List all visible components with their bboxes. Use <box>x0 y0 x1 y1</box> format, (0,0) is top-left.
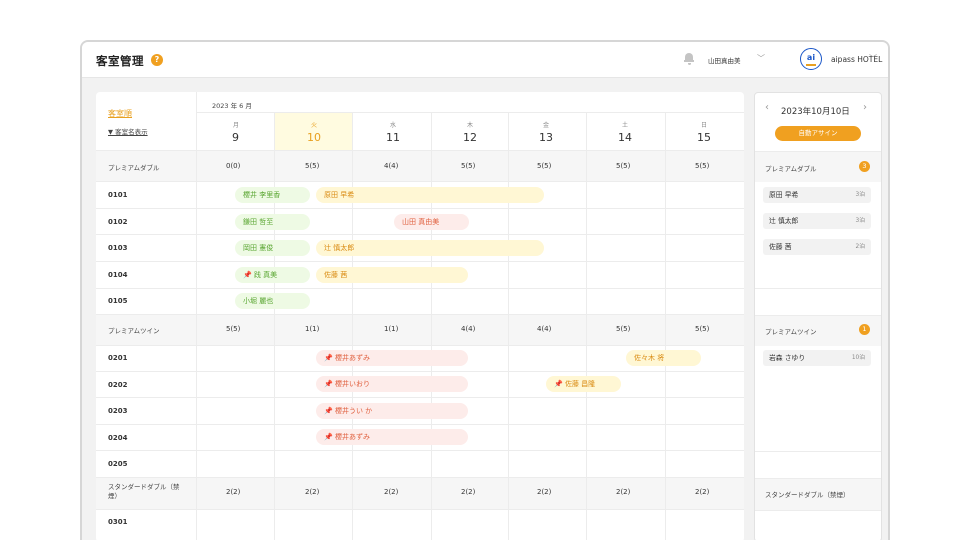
weekday-label: 火 <box>311 122 318 129</box>
chevron-down-icon[interactable]: ﹀ <box>757 53 765 64</box>
vacancy-count: 5(5) <box>695 325 710 333</box>
vacancy-count: 1(1) <box>305 325 320 333</box>
vacancy-count: 2(2) <box>226 488 241 496</box>
date-label: 15 <box>697 131 711 144</box>
next-date-icon[interactable]: › <box>863 102 867 113</box>
reservation-bar[interactable]: 小堀 麗也 <box>235 293 310 309</box>
assign-group-name: スタンダードダブル（禁煙） <box>765 491 850 499</box>
room-type-name: プレミアムツイン <box>108 327 160 335</box>
room-number: 0102 <box>108 218 128 226</box>
prev-date-icon[interactable]: ‹ <box>765 102 769 113</box>
room-calendar: 客室順 ▼ 客室名表示 2023 年 6 月 月 9 火 10 水 11 木 1… <box>96 92 744 540</box>
room-number: 0103 <box>108 244 128 252</box>
logo-text: ai <box>806 53 816 62</box>
date-label: 13 <box>539 131 553 144</box>
unassigned-guest-card[interactable]: 岩森 さゆり 10泊 <box>763 350 871 366</box>
vacancy-count: 4(4) <box>384 162 399 170</box>
room-number: 0101 <box>108 191 128 199</box>
room-order-sort[interactable]: 客室順 <box>108 108 132 119</box>
room-type-row <box>96 150 744 181</box>
reservation-bar[interactable]: 鎌田 哲至 <box>235 214 310 230</box>
room-number: 0104 <box>108 271 128 279</box>
vacancy-count: 5(5) <box>226 325 241 333</box>
reservation-bar[interactable]: 佐藤 茜 <box>316 267 468 283</box>
assign-group-name: プレミアムダブル <box>765 165 817 173</box>
unassigned-guest-card[interactable]: 佐藤 茜 2泊 <box>763 239 871 255</box>
vacancy-count: 4(4) <box>461 325 476 333</box>
reservation-bar[interactable]: 山田 真由美 <box>394 214 469 230</box>
app-window: 客室管理 ? 山田真由美 ﹀ ai aipass HOTEL ﹀ 客室順 ▼ 客… <box>80 40 890 540</box>
reservation-bar[interactable]: 📌 佐藤 昌隆 <box>546 376 621 392</box>
vacancy-count: 4(4) <box>537 325 552 333</box>
reservation-bar[interactable]: 佐々木 将 <box>626 350 701 366</box>
vacancy-count: 5(5) <box>616 325 631 333</box>
reservation-bar[interactable]: 📌 櫻井いおり <box>316 376 468 392</box>
page-title: 客室管理 <box>96 54 144 68</box>
room-type-row <box>96 477 744 509</box>
assign-group-count: 1 <box>859 324 870 335</box>
date-label: 9 <box>232 131 239 144</box>
date-label: 10 <box>307 131 321 144</box>
bell-icon[interactable] <box>684 53 694 65</box>
help-icon[interactable]: ? <box>151 54 163 66</box>
room-number: 0203 <box>108 407 128 415</box>
vacancy-count: 2(2) <box>695 488 710 496</box>
user-menu[interactable]: 山田真由美 <box>708 55 741 65</box>
vacancy-count: 0(0) <box>226 162 241 170</box>
unassigned-guest-card[interactable]: 原田 早希 3泊 <box>763 187 871 203</box>
weekday-label: 木 <box>467 122 474 129</box>
room-type-name: プレミアムダブル <box>108 164 160 172</box>
hotel-logo: ai <box>800 48 822 70</box>
reservation-bar[interactable]: 辻 慎太郎 <box>316 240 544 256</box>
date-label: 11 <box>386 131 400 144</box>
vacancy-count: 2(2) <box>616 488 631 496</box>
room-name-toggle[interactable]: ▼ 客室名表示 <box>108 126 148 136</box>
vacancy-count: 2(2) <box>537 488 552 496</box>
room-type-name: スタンダードダブル（禁煙） <box>108 483 180 500</box>
weekday-label: 水 <box>390 122 397 129</box>
vacancy-count: 2(2) <box>305 488 320 496</box>
room-number: 0201 <box>108 354 128 362</box>
auto-assign-panel: ‹ 2023年10月10日 › 自動アサイン プレミアムダブル 3 原田 早希 3… <box>754 92 882 540</box>
assign-date: 2023年10月10日 <box>781 107 850 117</box>
assign-group-count: 3 <box>859 161 870 172</box>
vacancy-count: 2(2) <box>384 488 399 496</box>
reservation-bar[interactable]: 📌 践 真美 <box>235 267 310 283</box>
reservation-bar[interactable]: 岡田 憲俊 <box>235 240 310 256</box>
vacancy-count: 2(2) <box>461 488 476 496</box>
weekday-label: 金 <box>543 122 550 129</box>
vacancy-count: 5(5) <box>537 162 552 170</box>
weekday-label: 月 <box>233 122 240 129</box>
room-number: 0301 <box>108 518 128 526</box>
room-number: 0202 <box>108 381 128 389</box>
weekday-label: 日 <box>701 122 708 129</box>
unassigned-guest-card[interactable]: 辻 慎太郎 3泊 <box>763 213 871 229</box>
chevron-down-icon[interactable]: ﹀ <box>869 53 877 64</box>
date-label: 12 <box>463 131 477 144</box>
room-number: 0105 <box>108 297 128 305</box>
assign-group-name: プレミアムツイン <box>765 328 817 336</box>
room-number: 0204 <box>108 434 128 442</box>
month-label: 2023 年 6 月 <box>212 102 252 110</box>
auto-assign-button[interactable]: 自動アサイン <box>775 126 861 141</box>
reservation-bar[interactable]: 📌 櫻井あずみ <box>316 429 468 445</box>
weekday-label: 土 <box>622 122 629 129</box>
vacancy-count: 1(1) <box>384 325 399 333</box>
date-label: 14 <box>618 131 632 144</box>
reservation-bar[interactable]: 原田 早希 <box>316 187 544 203</box>
vacancy-count: 5(5) <box>616 162 631 170</box>
reservation-bar[interactable]: 📌 櫻井あずみ <box>316 350 468 366</box>
top-bar: 客室管理 ? 山田真由美 ﹀ ai aipass HOTEL ﹀ <box>82 42 888 78</box>
reservation-bar[interactable]: 📌 櫻井うい か <box>316 403 468 419</box>
room-type-row <box>96 314 744 345</box>
vacancy-count: 5(5) <box>461 162 476 170</box>
vacancy-count: 5(5) <box>305 162 320 170</box>
vacancy-count: 5(5) <box>695 162 710 170</box>
room-number: 0205 <box>108 460 128 468</box>
reservation-bar[interactable]: 櫻井 李里香 <box>235 187 310 203</box>
